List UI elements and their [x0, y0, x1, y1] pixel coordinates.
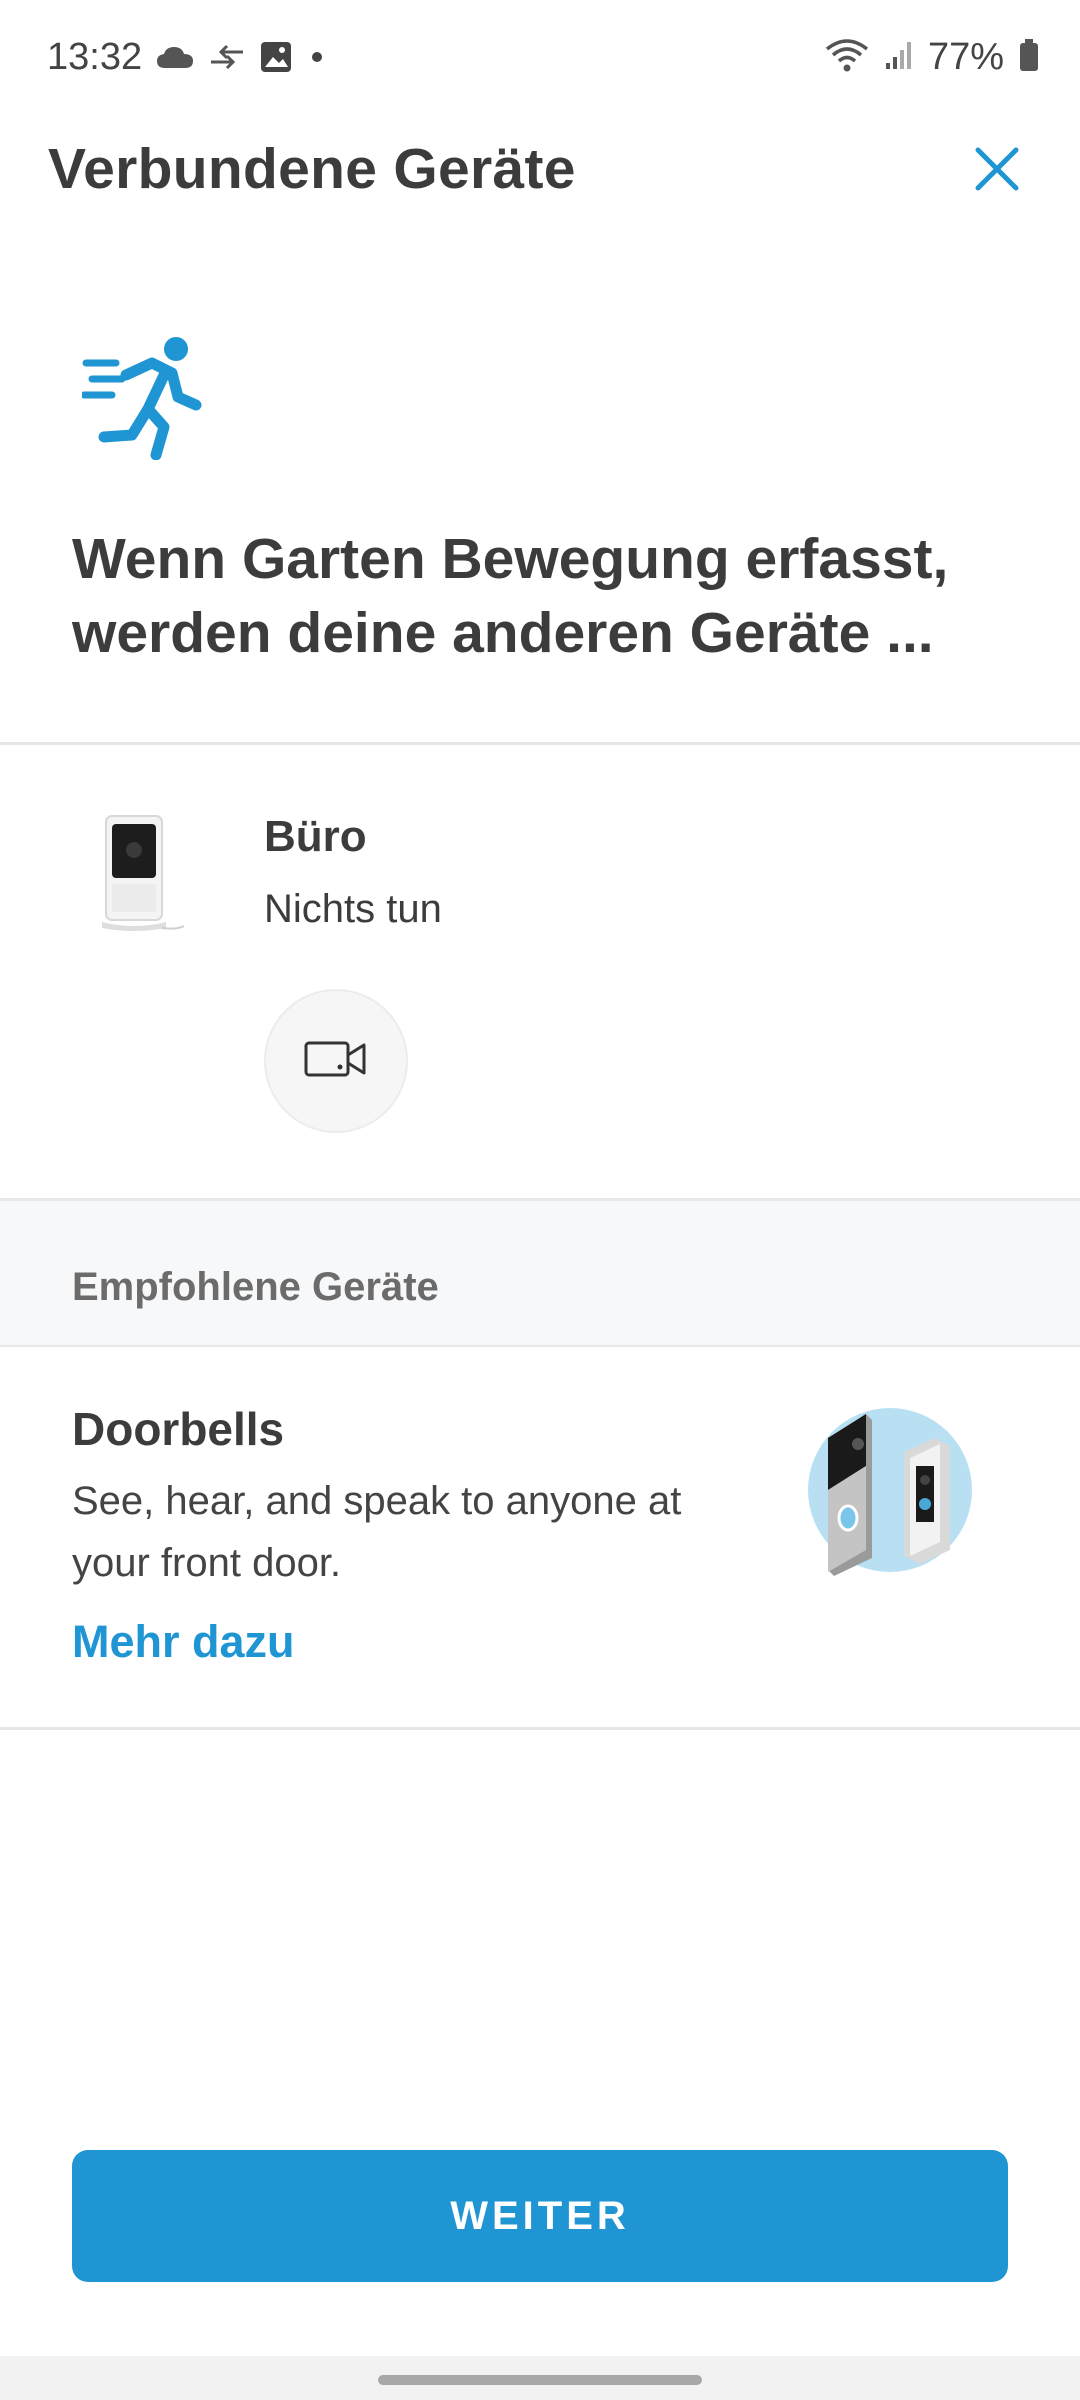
recommendation-title: Doorbells — [72, 1403, 285, 1455]
battery-percent: 77% — [927, 36, 1004, 78]
page-title: Verbundene Geräte — [48, 137, 576, 201]
doorbell-product-image — [800, 1400, 980, 1580]
video-camera-icon — [304, 1039, 368, 1084]
status-time: 13:32 — [47, 36, 143, 78]
dot-icon — [307, 47, 327, 72]
cloud-icon — [155, 44, 195, 75]
device-action: Nichts tun — [264, 887, 442, 931]
battery-icon — [1018, 38, 1040, 77]
learn-more-link[interactable]: Mehr dazu — [72, 1616, 295, 1668]
continue-button[interactable]: WEITER — [72, 2150, 1008, 2282]
wifi-icon — [824, 37, 870, 78]
running-person-icon — [80, 335, 202, 461]
device-name: Büro — [264, 812, 367, 861]
signal-icon — [884, 39, 914, 76]
divider — [0, 742, 1080, 745]
intro-headline: Wenn Garten Bewegung erfasst, werden dei… — [72, 527, 949, 665]
recommended-section-title: Empfohlene Geräte — [72, 1265, 439, 1309]
image-icon — [259, 40, 293, 79]
status-notification-icons — [155, 40, 327, 79]
home-indicator[interactable] — [378, 2375, 702, 2385]
recommendation-description: See, hear, and speak to anyone at your f… — [72, 1479, 682, 1585]
close-icon — [974, 146, 1020, 197]
sync-icon — [209, 42, 245, 77]
video-action-button[interactable] — [264, 989, 408, 1133]
indoor-camera-thumbnail — [96, 810, 186, 935]
status-system-icons: 77% — [824, 36, 1040, 79]
status-bar: 13:32 77% — [0, 0, 1080, 120]
close-button[interactable] — [968, 142, 1026, 200]
divider — [0, 1727, 1080, 1730]
